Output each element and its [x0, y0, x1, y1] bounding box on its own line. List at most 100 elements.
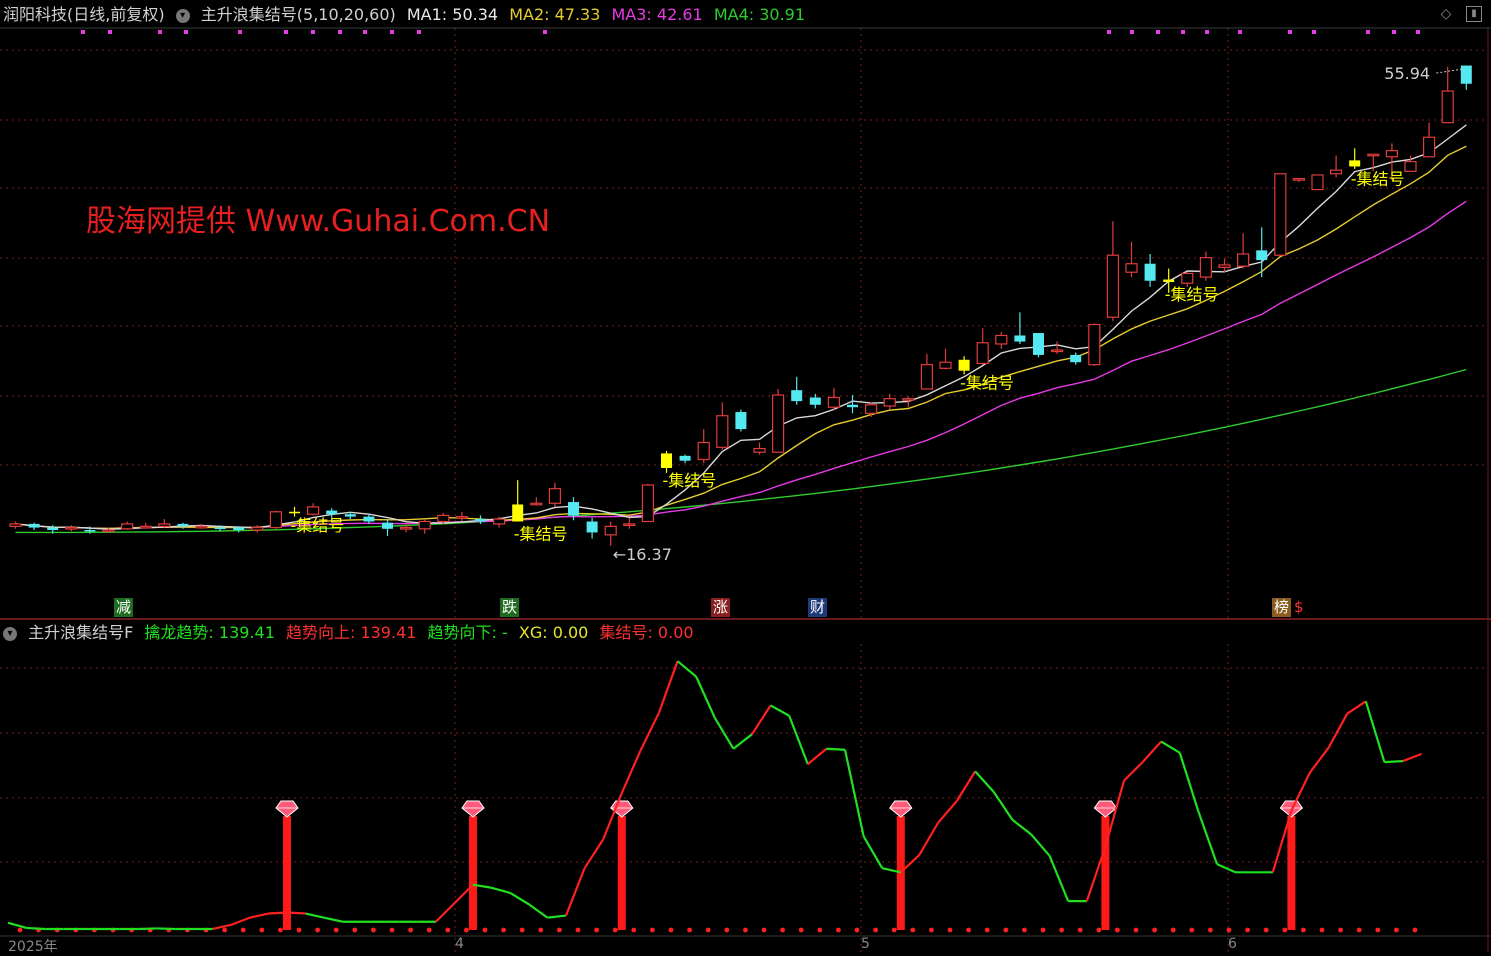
baseline-dot — [1301, 927, 1306, 933]
candle-body — [939, 361, 952, 369]
candle-body — [455, 516, 468, 519]
trend-segment — [1309, 747, 1330, 774]
candle-body — [1329, 169, 1343, 175]
top-marker — [417, 30, 421, 34]
top-marker — [338, 30, 342, 34]
baseline-dot — [687, 927, 692, 933]
candle-body — [1199, 257, 1213, 278]
trend-segment — [1197, 811, 1219, 865]
trend-segment — [937, 800, 958, 824]
candle-body — [437, 514, 450, 523]
top-marker — [1312, 30, 1316, 34]
candle-body — [1422, 136, 1436, 158]
candle-body — [475, 519, 486, 522]
stock-title[interactable]: 润阳科技(日线,前复权) — [3, 5, 165, 24]
candle-body — [1292, 178, 1306, 181]
baseline-dot — [1245, 927, 1250, 933]
candle-body — [233, 527, 245, 531]
baseline-dot — [575, 927, 581, 933]
top-marker — [284, 30, 288, 34]
baseline-dot — [1115, 927, 1120, 933]
top-marker — [1392, 30, 1396, 34]
trend-segment — [1178, 752, 1200, 812]
indicator-title[interactable]: 主升浪集结号(5,10,20,60) — [201, 5, 396, 24]
candle-body — [195, 525, 208, 529]
candle-body — [214, 527, 226, 530]
indicator-menu-icon[interactable]: ▾ — [175, 8, 190, 23]
sub-indicator-menu-icon[interactable]: ▾ — [3, 626, 17, 641]
trend-segment — [230, 916, 251, 926]
trend-segment — [435, 902, 456, 923]
baseline-dot — [408, 927, 413, 933]
candle-body — [661, 453, 672, 468]
baseline-dot — [966, 927, 971, 933]
baseline-dot — [947, 927, 953, 933]
trend-segment — [974, 770, 995, 793]
trend-segment — [212, 923, 232, 931]
baseline-dot — [1208, 927, 1213, 933]
top-marker — [184, 30, 188, 34]
signal-label: -集结号 — [1165, 285, 1219, 304]
tag-dollar: $ — [1294, 598, 1304, 616]
baseline-dot — [1059, 927, 1064, 933]
candle-body — [139, 525, 152, 529]
candle-body — [1218, 264, 1231, 268]
ma4-line — [15, 368, 1467, 534]
baseline-dot — [222, 927, 228, 933]
trend-segment — [1011, 818, 1032, 836]
baseline-dot — [240, 927, 246, 933]
top-marker — [1107, 30, 1111, 34]
trend-segment — [1346, 700, 1367, 715]
trend-segment — [620, 750, 642, 794]
candle-body — [958, 359, 970, 371]
baseline-dot — [1170, 927, 1176, 933]
candle-body — [1125, 263, 1138, 273]
candle-body — [9, 523, 22, 527]
baseline-dot — [910, 927, 916, 933]
trend-segment — [564, 867, 586, 916]
candle-body — [791, 390, 803, 402]
window-toggle-icon[interactable]: ▮ — [1466, 6, 1482, 22]
baseline-dot — [668, 927, 674, 933]
tag-zhang: 涨 — [711, 598, 731, 617]
candle-body — [344, 514, 356, 517]
trend-segment — [1327, 713, 1349, 749]
baseline-dot — [1282, 927, 1288, 933]
candle-body — [102, 529, 115, 533]
signal-label: -集结号 — [514, 525, 568, 544]
baseline-dot — [836, 927, 841, 933]
signal-bar — [469, 816, 477, 930]
diamond-icon — [275, 800, 299, 818]
top-marker — [363, 30, 367, 34]
candle-body — [1163, 279, 1175, 282]
candle-body — [735, 412, 747, 430]
candle-body — [1106, 254, 1120, 318]
trend-segment — [1048, 855, 1070, 902]
baseline-dot — [594, 927, 599, 933]
trend-segment — [992, 791, 1014, 821]
candle-body — [1014, 335, 1026, 342]
trend-segment — [7, 921, 27, 930]
ma2-value: MA2: 47.33 — [509, 5, 601, 24]
signal-bar — [1287, 816, 1296, 930]
candle-body — [307, 506, 320, 515]
trend-segment — [843, 749, 865, 837]
sub-indicator-title[interactable]: 主升浪集结号F — [28, 623, 133, 642]
top-marker — [1205, 30, 1209, 34]
top-marker — [390, 30, 394, 34]
baseline-dot — [445, 927, 451, 933]
candle-body — [716, 415, 729, 448]
diamond-icon[interactable]: ◇ — [1438, 6, 1454, 22]
trend-segment — [286, 911, 306, 915]
candle-body — [902, 398, 915, 401]
candle-body — [1441, 90, 1454, 124]
candle-body — [1404, 160, 1417, 172]
candle-body — [289, 511, 300, 514]
candle-body — [1033, 333, 1044, 355]
baseline-dot — [891, 927, 897, 933]
candle-body — [400, 526, 413, 530]
trend-up-value: 趋势向上: 139.41 — [285, 623, 417, 642]
trend-segment — [918, 822, 939, 856]
candle-body — [1460, 65, 1472, 84]
trend-segment — [788, 715, 809, 765]
